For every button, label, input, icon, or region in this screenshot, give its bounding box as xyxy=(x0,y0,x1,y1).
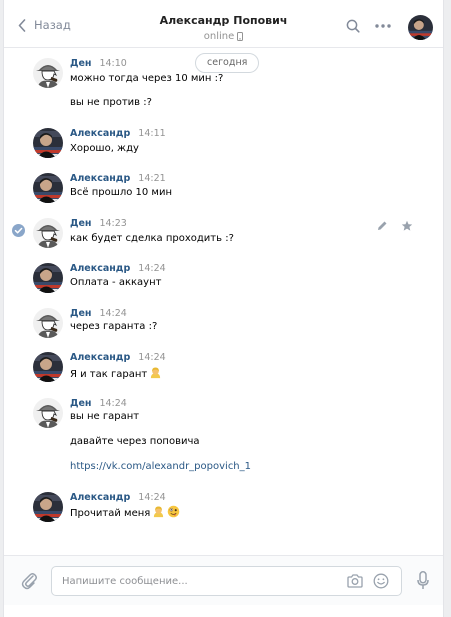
message-time[interactable]: 14:24 xyxy=(99,308,126,319)
author-name[interactable]: Александр 14:11 xyxy=(70,128,166,139)
author-name[interactable]: Ден 14:10 xyxy=(70,58,127,69)
message-text-content: через гаранта :? xyxy=(70,321,158,332)
phone-icon xyxy=(237,32,244,41)
message-input[interactable] xyxy=(62,567,332,595)
message-text: через гаранта :? xyxy=(70,321,157,332)
message-text-content: Всё прошло 10 мин xyxy=(70,187,173,198)
pencil-icon[interactable] xyxy=(377,220,388,231)
message-link[interactable]: https://vk.com/alexandr_popovich_1 xyxy=(70,461,251,472)
author-name-text: Александр xyxy=(70,128,131,139)
online-status: online xyxy=(204,31,244,42)
author-name-text: Александр xyxy=(70,263,131,274)
message-text: https://vk.com/alexandr_popovich_1 xyxy=(70,461,251,472)
date-divider: сегодня xyxy=(195,53,260,73)
message-text: Хорошо, жду xyxy=(70,143,139,154)
star-icon[interactable] xyxy=(401,220,413,232)
message-text-content: вы не против :? xyxy=(70,97,152,108)
author-name-text: Александр xyxy=(70,173,131,184)
header-avatar[interactable] xyxy=(408,15,433,40)
smile-icon[interactable] xyxy=(373,573,389,589)
zany-face-emoji xyxy=(167,505,180,521)
message-time[interactable]: 14:24 xyxy=(138,263,165,274)
message-input-box xyxy=(51,566,402,596)
message-text-content: вы не гарант xyxy=(70,411,140,422)
author-name-text: Ден xyxy=(70,308,92,319)
message-time[interactable]: 14:24 xyxy=(99,398,126,409)
message-text-content: Хорошо, жду xyxy=(70,143,139,154)
author-name[interactable]: Ден 14:23 xyxy=(70,218,127,229)
microphone-icon[interactable] xyxy=(417,571,429,590)
author-name[interactable]: Александр 14:24 xyxy=(70,263,166,274)
message-text-content: Оплата - аккаунт xyxy=(70,277,162,288)
message-text: вы не гарант xyxy=(70,411,139,422)
author-name[interactable]: Ден 14:24 xyxy=(70,308,127,319)
message-time[interactable]: 14:24 xyxy=(138,352,165,363)
message-time[interactable]: 14:11 xyxy=(138,128,165,139)
message-text-content: Прочитай меня xyxy=(70,508,151,519)
search-icon[interactable] xyxy=(346,19,360,33)
avatar-den[interactable] xyxy=(33,218,63,248)
person-blond-emoji xyxy=(152,505,165,521)
message-text: вы не против :? xyxy=(70,97,152,108)
message-time[interactable]: 14:24 xyxy=(138,492,165,503)
back-button[interactable]: Назад xyxy=(18,18,71,32)
message-actions xyxy=(377,220,413,232)
composer xyxy=(4,555,443,605)
message-time[interactable]: 14:21 xyxy=(138,173,165,184)
message-text-content: Я и так гарант xyxy=(70,369,148,380)
paperclip-icon[interactable] xyxy=(20,570,38,590)
message-time[interactable]: 14:10 xyxy=(99,58,126,69)
avatar-den[interactable] xyxy=(33,58,63,88)
author-name-text: Ден xyxy=(70,398,92,409)
avatar-alexander[interactable] xyxy=(33,352,63,382)
message-time[interactable]: 14:23 xyxy=(99,218,126,229)
chevron-left-icon xyxy=(18,18,26,32)
author-name[interactable]: Александр 14:24 xyxy=(70,492,166,503)
message-text-content: как будет сделка проходить :? xyxy=(70,233,234,244)
message-text: давайте через поповича xyxy=(70,436,200,447)
author-name-text: Ден xyxy=(70,218,92,229)
message-text: Прочитай меня xyxy=(70,505,180,521)
status-text: online xyxy=(203,31,235,42)
avatar-den[interactable] xyxy=(33,398,63,428)
chat-panel: Назад Александр Попович online сегодня Д… xyxy=(3,0,444,617)
avatar-alexander[interactable] xyxy=(33,173,63,203)
camera-icon[interactable] xyxy=(347,574,363,588)
back-label: Назад xyxy=(34,18,71,32)
avatar-alexander[interactable] xyxy=(33,492,63,522)
selected-check-icon[interactable] xyxy=(12,224,25,237)
message-text: можно тогда через 10 мин :? xyxy=(70,73,223,84)
message-text: Я и так гарант xyxy=(70,366,162,382)
author-name-text: Ден xyxy=(70,58,92,69)
message-text: Оплата - аккаунт xyxy=(70,277,161,288)
message-text-content: можно тогда через 10 мин :? xyxy=(70,73,224,84)
author-name[interactable]: Александр 14:24 xyxy=(70,352,166,363)
more-icon[interactable] xyxy=(375,24,391,28)
author-name-text: Александр xyxy=(70,492,131,503)
author-name[interactable]: Александр 14:21 xyxy=(70,173,166,184)
message-text: Всё прошло 10 мин xyxy=(70,187,172,198)
chat-header: Назад Александр Попович online xyxy=(4,0,443,48)
avatar-alexander[interactable] xyxy=(33,263,63,293)
author-name-text: Александр xyxy=(70,352,131,363)
message-text-content: давайте через поповича xyxy=(70,436,200,447)
message-text: как будет сделка проходить :? xyxy=(70,233,234,244)
avatar-den[interactable] xyxy=(33,308,63,338)
person-blond-emoji xyxy=(149,366,162,382)
author-name[interactable]: Ден 14:24 xyxy=(70,398,127,409)
avatar-alexander[interactable] xyxy=(33,128,63,158)
